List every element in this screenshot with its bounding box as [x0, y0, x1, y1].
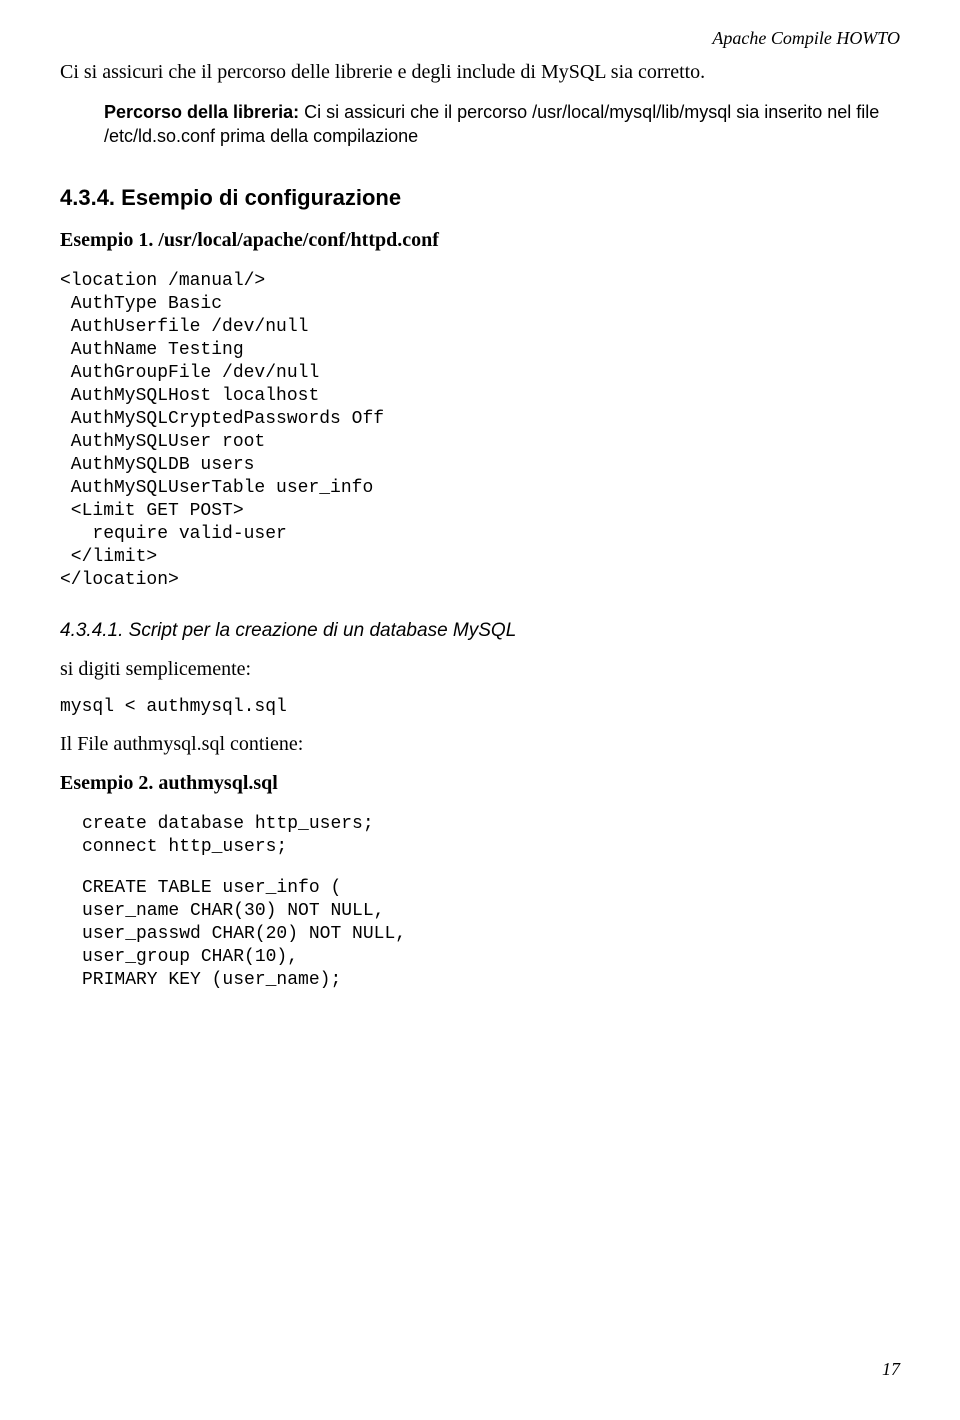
cmd-mysql: mysql < authmysql.sql — [60, 697, 900, 717]
intro-paragraph: Ci si assicuri che il percorso delle lib… — [60, 59, 900, 86]
page-number: 17 — [60, 1359, 900, 1380]
page: Apache Compile HOWTO Ci si assicuri che … — [0, 0, 960, 1420]
example1-path: /usr/local/apache/conf/httpd.conf — [158, 229, 439, 251]
example1-prefix: Esempio 1. — [60, 229, 158, 251]
note-label: Percorso della libreria: — [104, 102, 299, 122]
code-block-httpd-conf: <location /manual/> AuthType Basic AuthU… — [60, 270, 900, 592]
subsection-heading: 4.3.4.1. Script per la creazione di un d… — [60, 620, 900, 642]
main-content: Apache Compile HOWTO Ci si assicuri che … — [60, 28, 900, 1359]
running-header: Apache Compile HOWTO — [60, 28, 900, 49]
example1-title: Esempio 1. /usr/local/apache/conf/httpd.… — [60, 229, 900, 252]
section-heading: 4.3.4. Esempio di configurazione — [60, 185, 900, 211]
example2-title: Esempio 2. authmysql.sql — [60, 772, 900, 795]
note-block: Percorso della libreria: Ci si assicuri … — [104, 100, 890, 149]
code-indent-block: create database http_users; connect http… — [82, 813, 900, 992]
code-block-sql-a: create database http_users; connect http… — [82, 813, 900, 859]
code-block-sql-b: CREATE TABLE user_info ( user_name CHAR(… — [82, 877, 900, 992]
p-file-contains: Il File authmysql.sql contiene: — [60, 731, 900, 758]
p-digiti: si digiti semplicemente: — [60, 656, 900, 683]
note-text: Percorso della libreria: Ci si assicuri … — [104, 100, 890, 149]
